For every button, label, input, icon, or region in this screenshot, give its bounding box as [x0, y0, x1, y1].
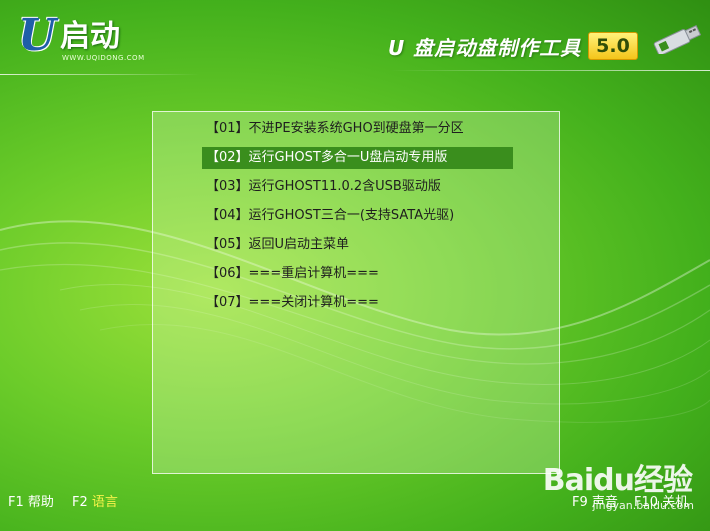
menu-item-05[interactable]: 【05】返回U启动主菜单 [202, 234, 353, 256]
f2-action-label: 语言 [91, 495, 118, 510]
header-divider-right [390, 70, 710, 71]
menu-item-02[interactable]: 【02】运行GHOST多合一U盘启动专用版 [202, 147, 513, 169]
logo-text: 启动 [60, 19, 120, 54]
menu-item-03[interactable]: 【03】运行GHOST11.0.2含USB驱动版 [202, 176, 445, 198]
baidu-watermark: Baidu经验 jingyan.baidu.com [532, 455, 702, 525]
boot-menu-panel: 【01】不进PE安装系统GHO到硬盘第一分区 【02】运行GHOST多合一U盘启… [152, 111, 560, 474]
app-title: U 盘启动盘制作工具 [388, 36, 582, 60]
menu-item-01[interactable]: 【01】不进PE安装系统GHO到硬盘第一分区 [202, 118, 468, 140]
menu-item-07[interactable]: 【07】===关闭计算机=== [202, 292, 383, 314]
app-logo: U 启动 WWW.UQIDONG.COM [18, 14, 168, 64]
f1-help-key[interactable]: F1 帮助 [8, 491, 54, 510]
menu-item-06[interactable]: 【06】===重启计算机=== [202, 263, 383, 285]
header-divider-left [0, 74, 200, 75]
f1-action-label: 帮助 [27, 495, 54, 510]
f2-language-key[interactable]: F2 语言 [72, 491, 118, 510]
usb-drive-icon [653, 24, 702, 54]
logo-url: WWW.UQIDONG.COM [62, 54, 145, 62]
watermark-url: jingyan.baidu.com [592, 499, 694, 512]
f2-key-label: F2 [72, 495, 88, 510]
f1-key-label: F1 [8, 495, 24, 510]
watermark-brand: Baidu经验 [542, 463, 693, 498]
version-badge: 5.0 [588, 32, 638, 60]
menu-item-04[interactable]: 【04】运行GHOST三合一(支持SATA光驱) [202, 205, 458, 227]
logo-letter: U [18, 10, 57, 61]
